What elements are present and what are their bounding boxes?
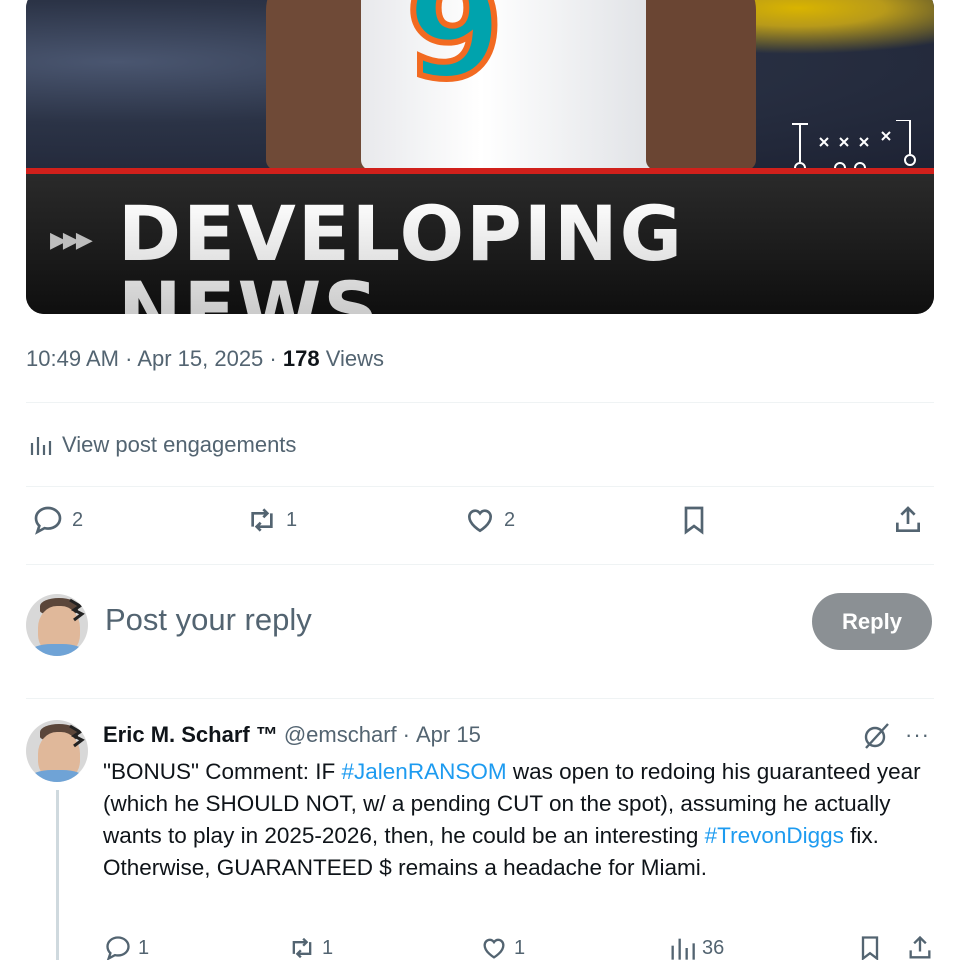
thread-line bbox=[56, 790, 59, 960]
reply-icon bbox=[106, 936, 130, 960]
post-date[interactable]: Apr 15, 2025 bbox=[137, 346, 263, 371]
views-label: Views bbox=[325, 346, 385, 371]
jersey-number: 9 bbox=[403, 0, 506, 111]
post-time[interactable]: 10:49 AM bbox=[26, 346, 119, 371]
author-avatar[interactable] bbox=[26, 720, 88, 782]
reply-button[interactable]: Reply bbox=[812, 593, 932, 650]
banner-headline: DEVELOPING NEWS bbox=[118, 196, 934, 315]
player-photo: 9 bbox=[26, 0, 934, 174]
tweet-action-bar: 1 1 1 36 bbox=[100, 934, 940, 960]
reply-action[interactable]: 1 bbox=[104, 934, 149, 960]
author-name[interactable]: Eric M. Scharf ™ bbox=[103, 722, 278, 748]
analytics-icon bbox=[671, 938, 695, 960]
divider bbox=[26, 564, 934, 565]
hashtag-link[interactable]: #JalenRANSOM bbox=[342, 759, 507, 784]
share-action[interactable] bbox=[906, 934, 934, 960]
bookmark-action[interactable] bbox=[678, 504, 710, 536]
divider bbox=[26, 486, 934, 487]
heart-icon bbox=[483, 938, 505, 959]
repost-icon bbox=[292, 937, 312, 959]
share-icon bbox=[909, 935, 931, 959]
play-arrows-icon: ▶▶▶ bbox=[50, 228, 93, 253]
engagements-label: View post engagements bbox=[62, 432, 297, 457]
media-card[interactable]: 9 ▶▶▶ DEVELOPING NEWS bbox=[26, 0, 934, 314]
divider bbox=[26, 698, 934, 699]
bookmark-action[interactable] bbox=[856, 934, 884, 960]
views-action[interactable]: 36 bbox=[668, 934, 724, 960]
post-meta: 10:49 AM · Apr 15, 2025 · 178 Views bbox=[26, 346, 385, 371]
hashtag-link[interactable]: #TrevonDiggs bbox=[705, 823, 844, 848]
repost-icon bbox=[251, 508, 273, 532]
bookmark-icon bbox=[684, 506, 704, 535]
reply-icon bbox=[34, 506, 62, 535]
heart-icon bbox=[467, 509, 493, 533]
grok-icon[interactable] bbox=[860, 720, 892, 752]
like-action[interactable]: 1 bbox=[480, 934, 525, 960]
repost-action[interactable]: 1 bbox=[246, 504, 297, 536]
more-options-button[interactable]: ··· bbox=[905, 722, 930, 748]
news-banner: ▶▶▶ DEVELOPING NEWS bbox=[26, 174, 934, 314]
user-avatar[interactable] bbox=[26, 594, 88, 656]
tweet-header: Eric M. Scharf ™ @emscharf · Apr 15 bbox=[103, 722, 481, 748]
views-count: 178 bbox=[282, 346, 320, 371]
share-icon bbox=[896, 506, 920, 532]
bookmark-icon bbox=[861, 936, 879, 960]
view-engagements-link[interactable]: View post engagements bbox=[28, 432, 296, 458]
reply-input[interactable]: Post your reply bbox=[105, 602, 312, 638]
post-action-bar: 2 1 2 bbox=[26, 504, 934, 548]
repost-action[interactable]: 1 bbox=[288, 934, 333, 960]
reply-action[interactable]: 2 bbox=[32, 504, 83, 536]
share-action[interactable] bbox=[892, 504, 924, 536]
author-handle[interactable]: @emscharf bbox=[284, 722, 397, 748]
analytics-icon bbox=[30, 437, 52, 455]
tweet-text: "BONUS" Comment: IF #JalenRANSOM was ope… bbox=[103, 759, 921, 880]
tweet-date[interactable]: Apr 15 bbox=[416, 722, 481, 748]
like-action[interactable]: 2 bbox=[464, 504, 515, 536]
player-figure: 9 bbox=[266, 0, 756, 170]
divider bbox=[26, 402, 934, 403]
